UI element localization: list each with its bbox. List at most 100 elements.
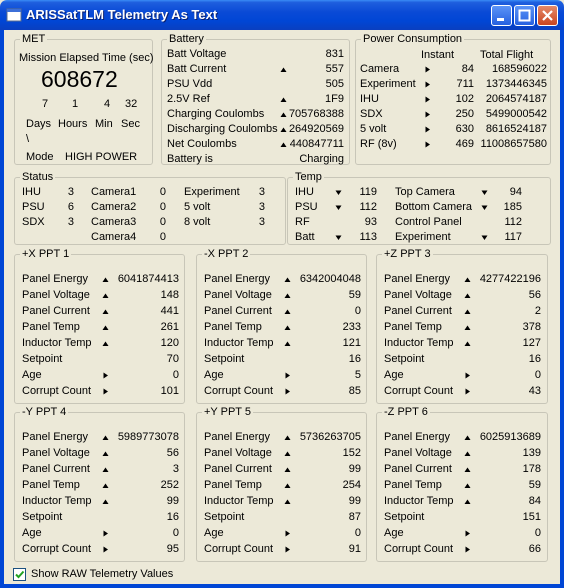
temp-group: Temp IHU 119 PSU 112 RF 93 Batt 113 Top Camera 94… — [287, 171, 551, 245]
maximize-button[interactable] — [514, 5, 535, 26]
ppt-row-value: 0 — [534, 369, 541, 381]
ppt-row-label: Panel Current — [22, 463, 90, 475]
ppt-row-label: Panel Current — [22, 305, 90, 317]
ppt-row-label: Panel Temp — [22, 479, 80, 491]
ppt-group: -Z PPT 6 Panel Energy 6025913689 Panel Volt… — [376, 406, 548, 562]
ppt-row-label: Setpoint — [204, 511, 245, 523]
arrow-right-icon — [103, 546, 108, 553]
ppt-row-value: 152 — [342, 447, 361, 459]
status-label: SDX — [22, 216, 45, 228]
mode-value: HIGH POWER — [65, 151, 138, 163]
ppt-row-value: 148 — [160, 289, 179, 301]
arrow-right-icon — [103, 530, 108, 537]
ppt-group: +Z PPT 3 Panel Energy 4277422196 Panel Volt… — [376, 248, 548, 404]
arrow-up-icon — [464, 499, 471, 504]
ppt-row-value: 3 — [172, 463, 179, 475]
battery-row-value: 705768388 — [288, 108, 344, 120]
ppt-row-value: 4277422196 — [479, 273, 541, 285]
arrow-up-icon — [284, 451, 291, 456]
ppt-row-value: 85 — [348, 385, 361, 397]
ppt-legend: -Z PPT 6 — [382, 406, 430, 419]
close-button[interactable] — [537, 5, 558, 26]
arrow-right-icon — [425, 126, 430, 133]
status-label: Camera2 — [91, 201, 137, 213]
battery-row-value: 264920569 — [288, 123, 344, 135]
arrow-up-icon — [102, 309, 109, 314]
arrow-down-icon — [481, 235, 488, 240]
power-legend: Power Consumption — [361, 33, 465, 46]
ppt-group: +X PPT 1 Panel Energy 6041874413 Panel Volt… — [14, 248, 185, 404]
status-value: 0 — [159, 216, 166, 228]
temp-value: 112 — [359, 201, 377, 213]
ppt-row-label: Corrupt Count — [384, 543, 454, 555]
ppt-row-value: 59 — [528, 479, 541, 491]
arrow-up-icon — [284, 277, 291, 282]
ppt-row-value: 6041874413 — [117, 273, 179, 285]
ppt-row-value: 5989773078 — [117, 431, 179, 443]
ppt-row-value: 91 — [348, 543, 361, 555]
arrow-up-icon — [464, 309, 471, 314]
show-raw-label[interactable]: Show RAW Telemetry Values — [31, 568, 173, 581]
title-bar[interactable]: ARISSatTLM Telemetry As Text — [0, 0, 564, 30]
status-legend: Status — [20, 171, 56, 184]
arrow-up-icon — [284, 435, 291, 440]
met-hours-value: 1 — [72, 98, 79, 110]
power-row-total: 168596022 — [491, 63, 547, 75]
power-row-instant: 630 — [455, 123, 474, 135]
ppt-legend: -Y PPT 4 — [20, 406, 69, 419]
ppt-row-label: Inductor Temp — [204, 337, 274, 349]
ppt-row-label: Panel Current — [204, 463, 272, 475]
ppt-row-label: Panel Voltage — [384, 289, 452, 301]
power-row-instant: 711 — [456, 78, 474, 90]
ppt-row-value: 99 — [348, 463, 361, 475]
ppt-row-value: 99 — [348, 495, 361, 507]
arrow-up-icon — [284, 341, 291, 346]
minimize-icon — [497, 18, 504, 21]
maximize-icon — [518, 9, 531, 22]
temp-label: Experiment — [395, 231, 451, 243]
ppt-row-value: 378 — [522, 321, 541, 333]
ppt-row-label: Panel Temp — [204, 479, 262, 491]
temp-label: Control Panel — [395, 216, 462, 228]
ppt-row-label: Inductor Temp — [22, 337, 92, 349]
status-value: 3 — [258, 186, 265, 198]
met-days-value: 7 — [42, 98, 49, 110]
status-value: 3 — [67, 216, 74, 228]
ppt-row-value: 95 — [166, 543, 179, 555]
show-raw-checkbox[interactable] — [13, 568, 26, 581]
ppt-row-value: 59 — [348, 289, 361, 301]
arrow-up-icon — [464, 451, 471, 456]
arrow-up-icon — [102, 499, 109, 504]
temp-label: RF — [295, 216, 310, 228]
arrow-up-icon — [102, 467, 109, 472]
met-legend: MET — [20, 33, 48, 46]
ppt-row-value: 139 — [522, 447, 541, 459]
ppt-row-value: 5 — [354, 369, 361, 381]
arrow-right-icon — [285, 388, 290, 395]
ppt-row-value: 43 — [528, 385, 541, 397]
ppt-row-value: 0 — [354, 305, 361, 317]
power-total-header: Total Flight — [480, 49, 534, 61]
status-value: 3 — [258, 216, 265, 228]
power-instant-header: Instant — [421, 49, 455, 61]
minimize-button[interactable] — [491, 5, 512, 26]
status-label: 5 volt — [184, 201, 211, 213]
arrow-right-icon — [425, 111, 430, 118]
window-title: ARISSatTLM Telemetry As Text — [26, 7, 218, 22]
ppt-row-label: Inductor Temp — [384, 495, 454, 507]
ppt-row-value: 120 — [160, 337, 179, 349]
status-label: PSU — [22, 201, 45, 213]
met-sec-label: Sec — [121, 118, 140, 130]
ppt-row-label: Panel Temp — [384, 321, 442, 333]
met-sec-value: 32 — [125, 98, 138, 110]
ppt-row-label: Setpoint — [384, 511, 425, 523]
temp-value: 112 — [504, 216, 522, 228]
temp-value: 93 — [364, 216, 377, 228]
window-frame-bottom — [0, 584, 564, 588]
power-row-instant: 84 — [461, 63, 474, 75]
arrow-down-icon — [335, 190, 342, 195]
ppt-row-label: Panel Voltage — [384, 447, 452, 459]
ppt-row-value: 84 — [528, 495, 541, 507]
arrow-up-icon — [464, 277, 471, 282]
arrow-up-icon — [464, 467, 471, 472]
